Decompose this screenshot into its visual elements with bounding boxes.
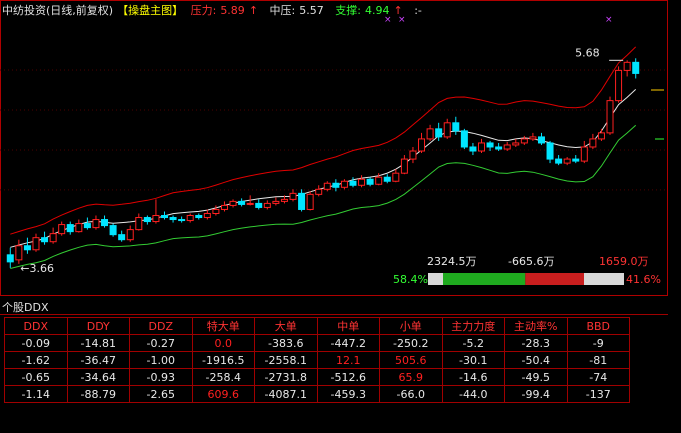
table-cell: 12.1 — [316, 351, 380, 369]
table-cell: -28.3 — [504, 334, 568, 352]
table-cell: -4087.1 — [254, 385, 318, 403]
table-header-row: DDX DDY DDZ 特大单 大单 中单 小单 主力力度 主动率% BBD — [4, 317, 630, 335]
table-cell: -1.62 — [4, 351, 68, 369]
ddx-panel: 个股DDX DDX DDY DDZ 特大单 大单 中单 小单 主力力度 主动率% BBD -0.0… — [0, 299, 668, 429]
column-header[interactable]: DDZ — [129, 317, 193, 335]
table-cell: 65.9 — [379, 368, 443, 386]
table-cell: -34.64 — [66, 368, 130, 386]
panel-divider — [0, 314, 668, 315]
column-header[interactable]: 主力力度 — [441, 317, 505, 335]
table-cell: -49.5 — [504, 368, 568, 386]
capital-flow-bar: 2324.5万 -665.6万 1659.0万 58.4% 41.6% — [393, 255, 661, 286]
panel-title: 个股DDX — [2, 301, 49, 314]
table-cell: -14.81 — [66, 334, 130, 352]
table-cell: -14.6 — [441, 368, 505, 386]
ddx-table: DDX DDY DDZ 特大单 大单 中单 小单 主力力度 主动率% BBD -0.09 -14.8… — [4, 317, 630, 403]
table-cell: -137 — [566, 385, 630, 403]
table-cell: -1.14 — [4, 385, 68, 403]
table-cell: -2.65 — [129, 385, 193, 403]
column-header[interactable]: 主动率% — [504, 317, 568, 335]
table-cell: -99.4 — [504, 385, 568, 403]
column-header[interactable]: 中单 — [316, 317, 380, 335]
column-header[interactable]: 小单 — [379, 317, 443, 335]
outflow-percent: 41.6% — [626, 273, 661, 286]
table-cell: -459.3 — [316, 385, 380, 403]
column-header[interactable]: DDY — [66, 317, 130, 335]
table-cell: -383.6 — [254, 334, 318, 352]
column-header[interactable]: DDX — [4, 317, 68, 335]
table-cell: -36.47 — [66, 351, 130, 369]
table-cell: -66.0 — [379, 385, 443, 403]
table-cell: -2731.8 — [254, 368, 318, 386]
table-cell: -0.09 — [4, 334, 68, 352]
table-row[interactable]: -0.09 -14.81 -0.27 0.0 -383.6 -447.2 -250.2 -5.… — [4, 334, 630, 352]
column-header[interactable]: 特大单 — [191, 317, 255, 335]
table-cell: -1.00 — [129, 351, 193, 369]
table-cell: -0.27 — [129, 334, 193, 352]
table-cell: -0.65 — [4, 368, 68, 386]
net-amount: -665.6万 — [508, 255, 554, 268]
outflow-bar — [525, 273, 584, 285]
table-cell: -30.1 — [441, 351, 505, 369]
inflow-percent: 58.4% — [393, 273, 428, 286]
table-cell: 0.0 — [191, 334, 255, 352]
table-cell: -50.4 — [504, 351, 568, 369]
table-cell: -9 — [566, 334, 630, 352]
column-header[interactable]: 大单 — [254, 317, 318, 335]
inflow-amount: 2324.5万 — [427, 255, 477, 268]
outflow-amount: 1659.0万 — [599, 255, 649, 268]
table-cell: -81 — [566, 351, 630, 369]
table-row[interactable]: -1.62 -36.47 -1.00 -1916.5 -2558.1 12.1 505.6-… — [4, 351, 630, 369]
table-cell: -250.2 — [379, 334, 443, 352]
inflow-bar — [443, 273, 526, 285]
flow-bar-right-cap — [584, 273, 624, 285]
table-cell: -88.79 — [66, 385, 130, 403]
table-cell: 505.6 — [379, 351, 443, 369]
table-cell: -44.0 — [441, 385, 505, 403]
table-cell: -258.4 — [191, 368, 255, 386]
right-edge — [670, 0, 681, 433]
table-cell: -5.2 — [441, 334, 505, 352]
table-cell: -74 — [566, 368, 630, 386]
column-header[interactable]: BBD — [566, 317, 630, 335]
table-row[interactable]: -1.14 -88.79 -2.65 609.6 -4087.1 -459.3 -66.0-… — [4, 385, 630, 403]
table-cell: -1916.5 — [191, 351, 255, 369]
table-cell: -512.6 — [316, 368, 380, 386]
table-cell: 609.6 — [191, 385, 255, 403]
table-cell: -2558.1 — [254, 351, 318, 369]
table-row[interactable]: -0.65 -34.64 -0.93 -258.4 -2731.8 -512.6 65.9-… — [4, 368, 630, 386]
table-cell: -0.93 — [129, 368, 193, 386]
table-cell: -447.2 — [316, 334, 380, 352]
flow-bar-left-cap — [428, 273, 443, 285]
table-body: -0.09 -14.81 -0.27 0.0 -383.6 -447.2 -250.2 -5.… — [4, 334, 630, 403]
